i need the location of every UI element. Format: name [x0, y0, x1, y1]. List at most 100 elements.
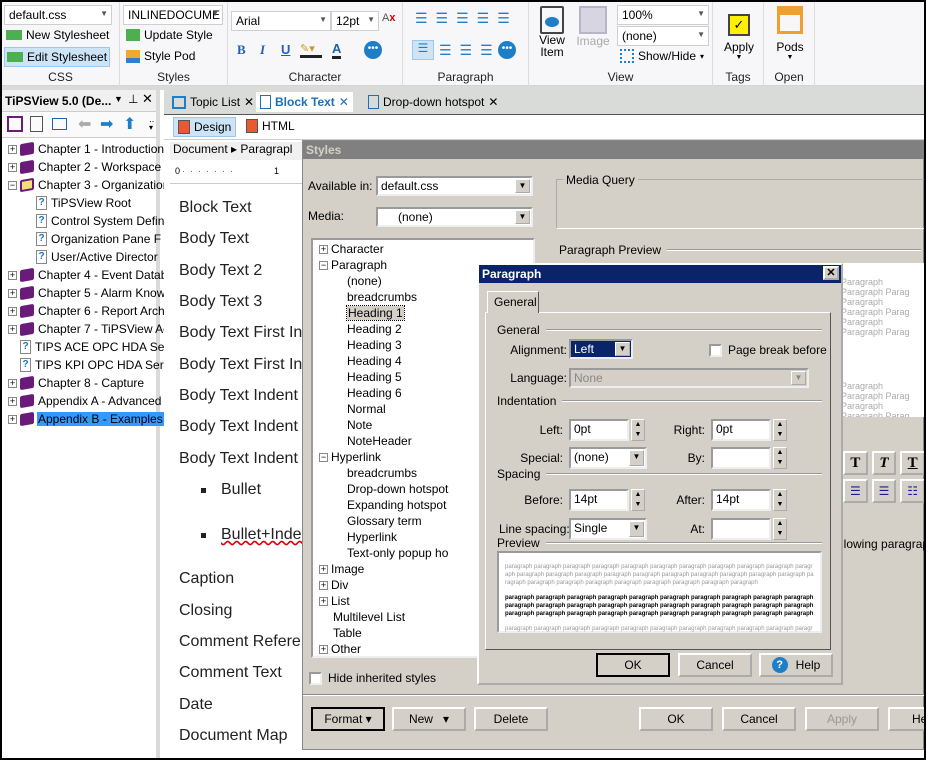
- highlight-color-icon[interactable]: ✎▾: [300, 42, 322, 58]
- style-tree-item[interactable]: Heading 5: [347, 369, 402, 385]
- style-tree-item[interactable]: Heading 4: [347, 353, 402, 369]
- checkbox[interactable]: [309, 671, 322, 685]
- expand-toggle-icon[interactable]: +: [319, 564, 328, 574]
- toc-item[interactable]: ? User/Active Director: [36, 248, 159, 266]
- expand-toggle-icon[interactable]: +: [8, 324, 17, 334]
- expand-toggle-icon[interactable]: +: [8, 378, 17, 388]
- ruler[interactable]: 0 ······· 1: [170, 160, 304, 184]
- style-tree-item[interactable]: Glossary term: [347, 513, 422, 529]
- toc-item[interactable]: ? Control System Defin: [36, 212, 165, 230]
- style-tree-item[interactable]: breadcrumbs: [347, 465, 417, 481]
- style-list-item[interactable]: Body Text First In: [179, 324, 302, 342]
- html-view-button[interactable]: HTML: [246, 119, 295, 133]
- style-list-item[interactable]: Body Text First In: [179, 356, 302, 374]
- expand-toggle-icon[interactable]: +: [8, 414, 17, 424]
- style-pod-button[interactable]: Style Pod: [126, 49, 195, 63]
- style-tree-item[interactable]: − Paragraph: [319, 257, 387, 273]
- align-left-icon[interactable]: ☰: [412, 40, 434, 60]
- delete-button[interactable]: Delete: [474, 707, 548, 731]
- more-options-icon[interactable]: •••: [364, 41, 382, 59]
- style-tree-item[interactable]: Normal: [347, 401, 386, 417]
- close-icon[interactable]: ✕: [823, 266, 839, 280]
- style-tree-item[interactable]: Heading 3: [347, 337, 402, 353]
- toc-item[interactable]: ? TiPSView Root: [36, 194, 132, 212]
- apply-tags-button[interactable]: ✓ Apply ▼: [721, 6, 757, 61]
- clear-formatting-icon[interactable]: Ax: [382, 12, 395, 24]
- style-list-item[interactable]: Date: [179, 696, 213, 714]
- style-list-item[interactable]: Comment Text: [179, 664, 282, 682]
- font-color-button[interactable]: A: [332, 41, 342, 59]
- style-tree-item[interactable]: Heading 1: [346, 305, 405, 321]
- style-list-item[interactable]: Body Text 2: [179, 262, 262, 280]
- toc-item[interactable]: + Appendix A - Advanced: [8, 392, 162, 410]
- bold-icon[interactable]: T: [843, 451, 868, 475]
- help-button[interactable]: He: [888, 707, 924, 731]
- expand-toggle-icon[interactable]: +: [319, 596, 328, 606]
- style-list-item[interactable]: Closing: [179, 602, 232, 620]
- underline-button[interactable]: U: [281, 42, 290, 57]
- style-tree-item[interactable]: + Other: [319, 641, 361, 656]
- new-button[interactable]: New ▾: [392, 707, 466, 731]
- justify-icon[interactable]: ☰: [871, 479, 897, 503]
- spinner[interactable]: ▲ ▼: [773, 419, 787, 441]
- new-stylesheet-button[interactable]: New Stylesheet: [6, 28, 109, 42]
- align-right-icon[interactable]: ☰: [843, 479, 868, 503]
- italic-icon[interactable]: T: [871, 451, 897, 475]
- style-list-item[interactable]: Block Text: [179, 199, 252, 217]
- style-list-item[interactable]: Comment Refere: [179, 633, 301, 651]
- ok-button[interactable]: OK: [639, 707, 713, 731]
- format-button[interactable]: Format ▾: [311, 707, 385, 731]
- toc-item[interactable]: ? Organization Pane F: [36, 230, 162, 248]
- toc-item[interactable]: + Chapter 1 - Introduction: [8, 140, 165, 158]
- overflow-icon[interactable]: ‥ ▾: [149, 116, 154, 132]
- after-input[interactable]: 14pt: [711, 489, 771, 511]
- cancel-button[interactable]: Cancel: [722, 707, 796, 731]
- available-in-select[interactable]: default.css ▼: [376, 176, 533, 196]
- spinner[interactable]: ▲ ▼: [773, 447, 787, 469]
- tab-topic-list[interactable]: Topic List ✕: [168, 92, 258, 112]
- expand-toggle-icon[interactable]: +: [8, 144, 17, 154]
- more-options-icon[interactable]: •••: [498, 41, 516, 59]
- style-select[interactable]: INLINEDOCUME ▼: [123, 5, 223, 25]
- align-center-right-justify-icons[interactable]: ☰☰☰: [439, 42, 501, 59]
- arrow-left-icon[interactable]: ⬅: [78, 114, 91, 134]
- spinner[interactable]: ▲ ▼: [631, 489, 645, 511]
- style-tree-item[interactable]: Table: [333, 625, 362, 641]
- expand-toggle-icon[interactable]: +: [319, 580, 328, 590]
- paragraph-ok-button[interactable]: OK: [596, 653, 670, 677]
- style-tree-item[interactable]: Heading 6: [347, 385, 402, 401]
- style-tree-item[interactable]: + List: [319, 593, 350, 609]
- style-tree-item[interactable]: Heading 2: [347, 321, 402, 337]
- close-icon[interactable]: ✕: [142, 91, 153, 107]
- close-icon[interactable]: ✕: [339, 95, 349, 109]
- italic-button[interactable]: I: [260, 42, 265, 58]
- bullet-list-icon[interactable]: ☷: [900, 479, 924, 503]
- style-tree-item[interactable]: breadcrumbs: [347, 289, 417, 305]
- design-view-button[interactable]: Design: [173, 117, 237, 137]
- style-tree-item[interactable]: − Hyperlink: [319, 449, 381, 465]
- style-tree-item[interactable]: (none): [347, 273, 382, 289]
- expand-toggle-icon[interactable]: +: [319, 644, 328, 654]
- left-input[interactable]: 0pt: [569, 419, 629, 441]
- pane-menu-icon[interactable]: ▼: [114, 94, 123, 104]
- toc-item[interactable]: ? TIPS KPI OPC HDA Ser: [8, 356, 165, 374]
- alignment-select[interactable]: Left ▼: [569, 339, 633, 359]
- arrow-right-icon[interactable]: ➡: [100, 114, 113, 134]
- page-break-checkbox[interactable]: Page break before: [709, 343, 827, 357]
- toc-item[interactable]: + Chapter 2 - Workspace: [8, 158, 162, 176]
- style-list-item[interactable]: Document Map: [179, 727, 288, 745]
- bold-button[interactable]: B: [237, 42, 246, 58]
- split-view-icon[interactable]: [52, 118, 67, 130]
- expand-toggle-icon[interactable]: +: [8, 162, 17, 172]
- breadcrumb-document[interactable]: Document: [173, 142, 228, 156]
- style-tree-item[interactable]: Drop-down hotspot: [347, 481, 448, 497]
- tab-block-text[interactable]: Block Text ✕: [256, 92, 353, 112]
- expand-toggle-icon[interactable]: +: [8, 288, 17, 298]
- toc-item[interactable]: + Chapter 8 - Capture: [8, 374, 145, 392]
- style-tree-item[interactable]: Note: [347, 417, 372, 433]
- paragraph-help-button[interactable]: ? Help: [759, 653, 833, 677]
- expand-toggle-icon[interactable]: +: [8, 306, 17, 316]
- before-input[interactable]: 14pt: [569, 489, 629, 511]
- tab-general[interactable]: General: [487, 291, 539, 313]
- expand-toggle-icon[interactable]: −: [8, 180, 17, 190]
